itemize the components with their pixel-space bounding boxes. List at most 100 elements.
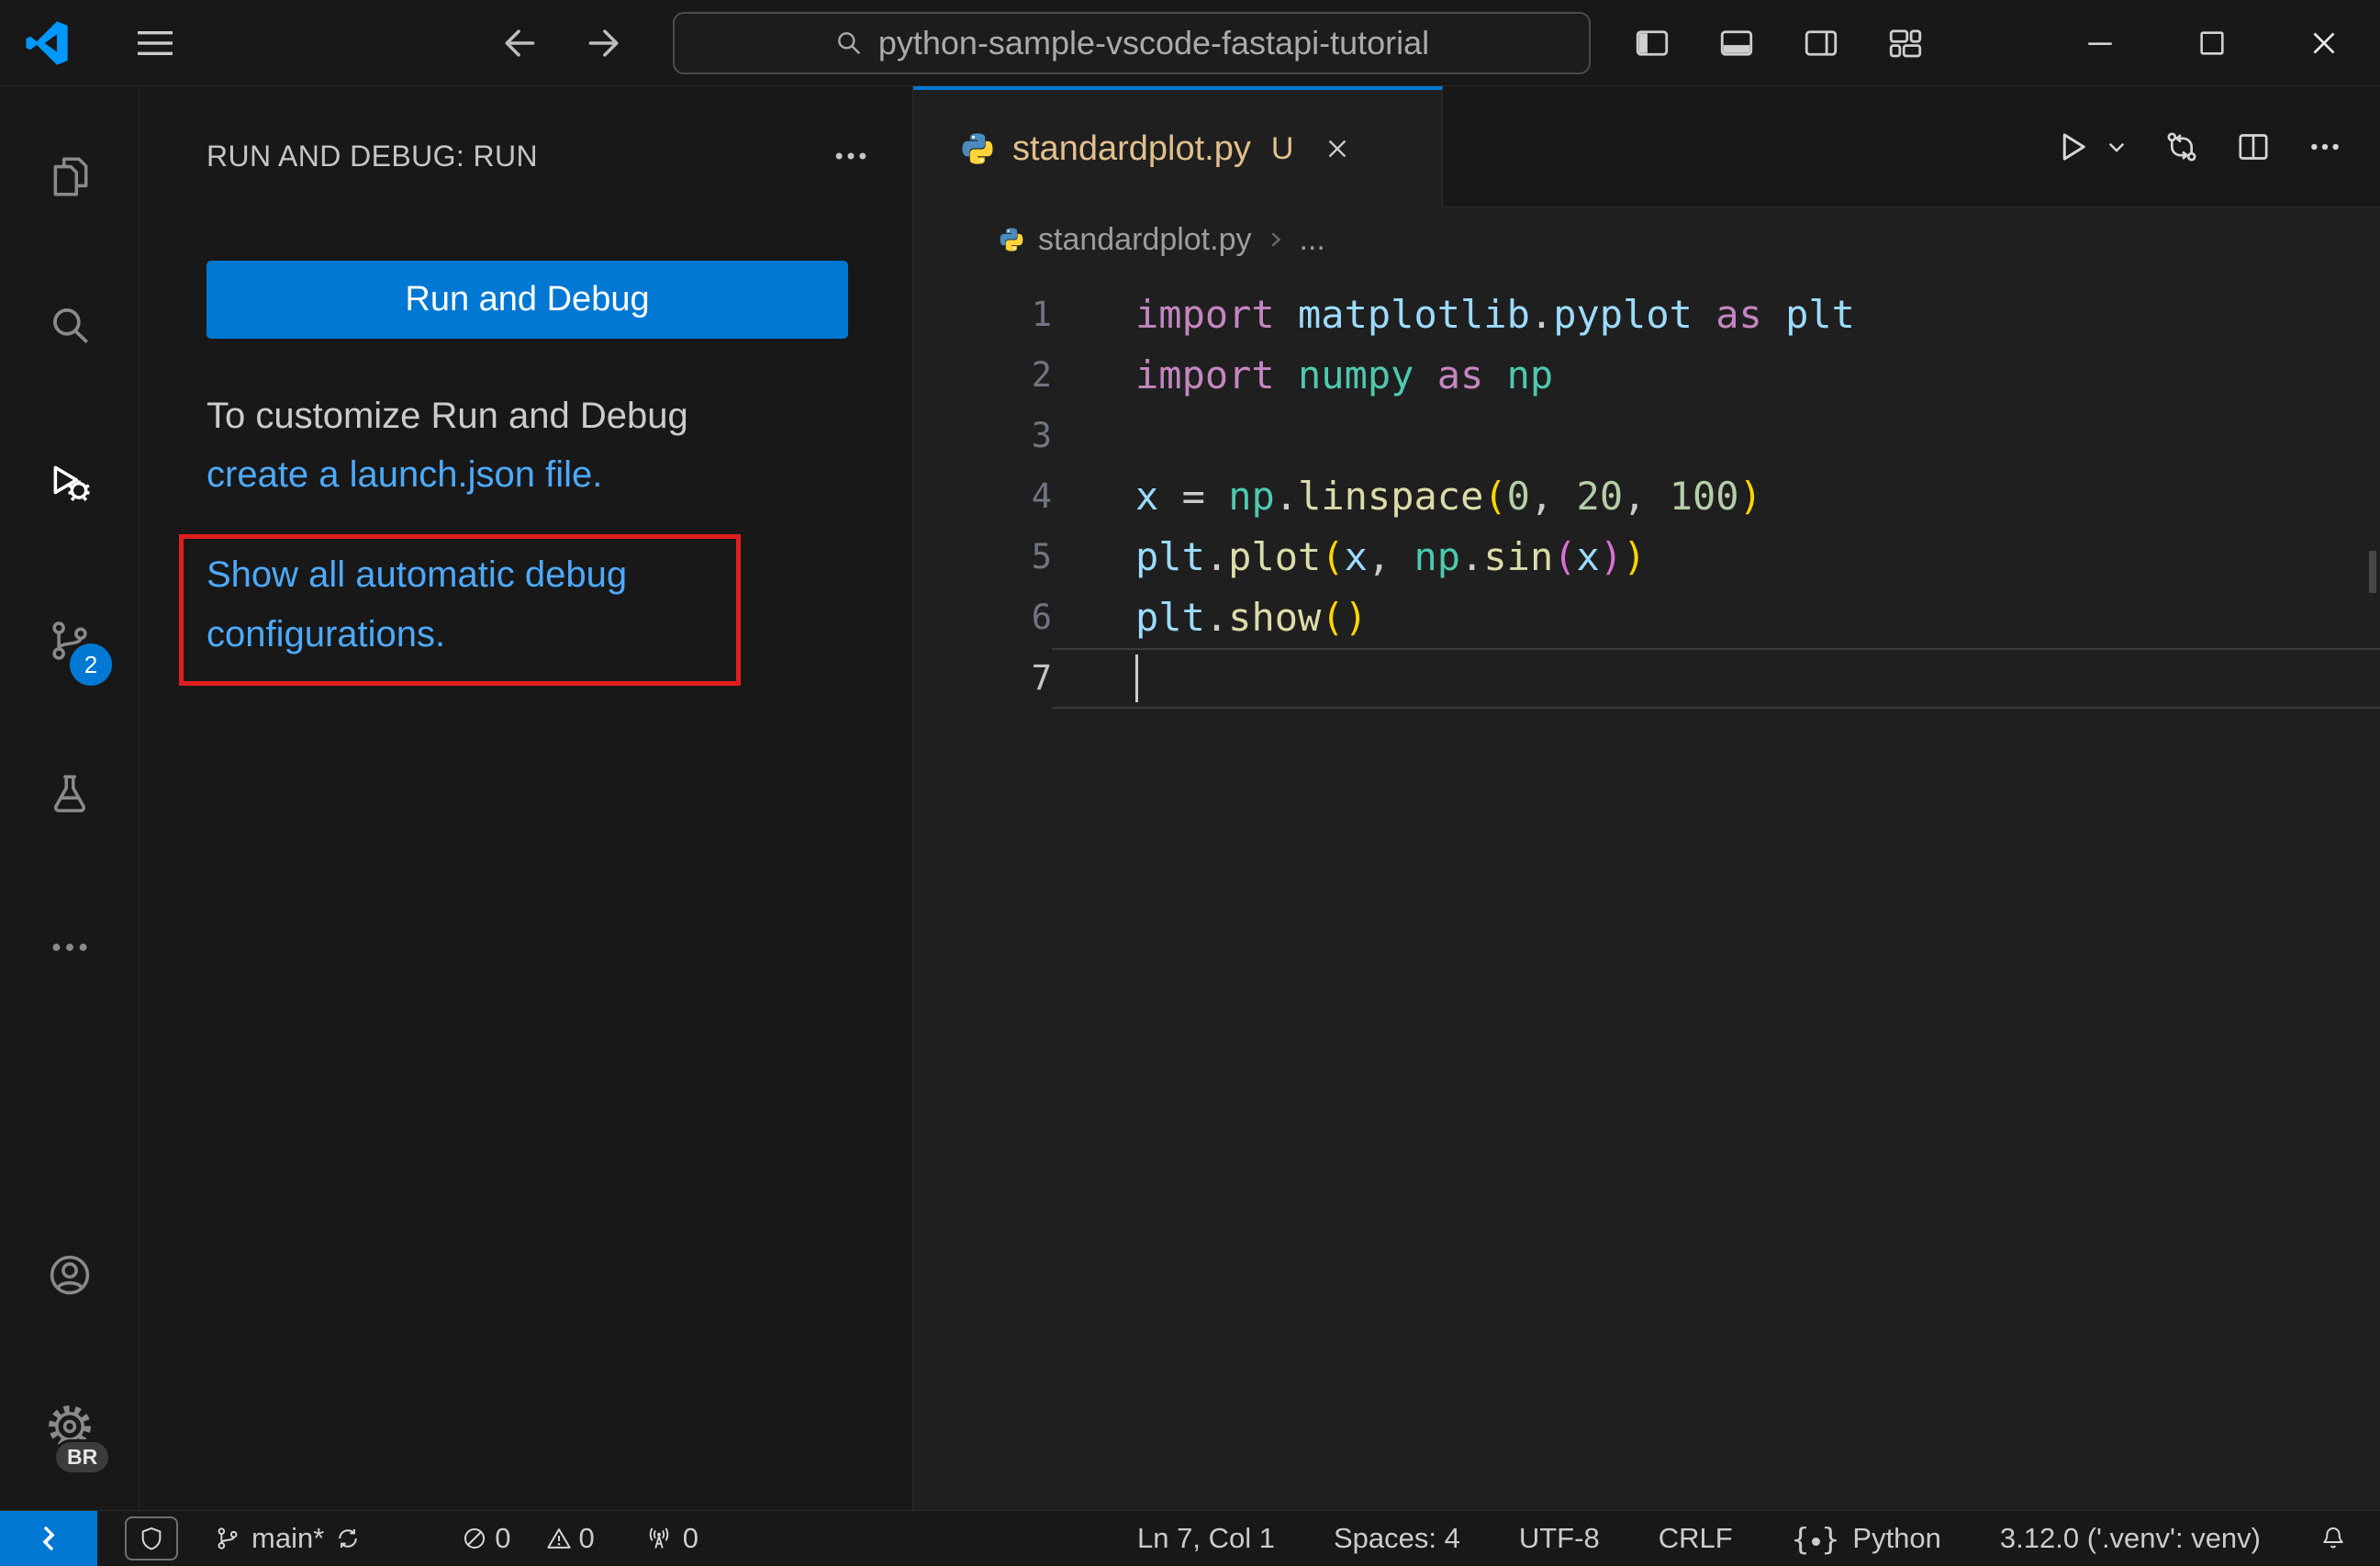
views-more-actions-icon[interactable] xyxy=(830,135,872,177)
code-text: plt.show() xyxy=(1135,595,1368,640)
show-auto-debug-configs-link[interactable]: Show all automatic debug configurations. xyxy=(207,545,656,665)
tab-git-status-badge: U xyxy=(1270,130,1294,166)
ports-count: 0 xyxy=(682,1522,699,1554)
close-icon[interactable] xyxy=(2268,0,2380,86)
cursor-position-status[interactable]: Ln 7, Col 1 xyxy=(1137,1522,1275,1555)
python-icon xyxy=(998,226,1025,253)
customize-hint: To customize Run and Debug create a laun… xyxy=(207,386,794,504)
editor-toolbar xyxy=(1443,86,2380,207)
code-line[interactable]: 1 import matplotlib.pyplot as plt xyxy=(913,285,2380,345)
encoding-status[interactable]: UTF-8 xyxy=(1519,1522,1600,1555)
overview-ruler-mark xyxy=(2369,551,2376,593)
customize-hint-text: To customize Run and Debug xyxy=(207,396,688,436)
layout-controls xyxy=(1630,20,1927,66)
code-line[interactable]: 2 import numpy as np xyxy=(913,345,2380,406)
git-branch-status[interactable]: main* xyxy=(215,1522,361,1555)
status-bar: main* 0 0 0 Ln 7, Col 1 Spaces: 4 UTF-8 … xyxy=(0,1510,2380,1566)
language-braces-icon: {} xyxy=(1791,1520,1840,1557)
menu-icon[interactable] xyxy=(130,20,182,66)
remote-indicator[interactable] xyxy=(0,1511,97,1566)
forward-arrow-icon[interactable] xyxy=(578,20,630,66)
split-editor-icon[interactable] xyxy=(2235,129,2272,165)
search-icon xyxy=(834,28,864,58)
back-arrow-icon[interactable] xyxy=(494,20,545,66)
toggle-sidebar-icon[interactable] xyxy=(1630,20,1674,66)
problems-status[interactable]: 0 0 xyxy=(462,1522,595,1555)
text-cursor xyxy=(1135,654,1138,702)
run-and-debug-button[interactable]: Run and Debug xyxy=(207,261,848,339)
code-text: x = np.linspace(0, 20, 100) xyxy=(1135,474,1762,519)
breadcrumb-file[interactable]: standardplot.py xyxy=(1038,222,1252,258)
branch-name: main* xyxy=(251,1522,325,1554)
account-icon[interactable] xyxy=(47,1252,93,1298)
language-mode-status[interactable]: {} Python xyxy=(1792,1521,1941,1557)
sidebar-header: RUN AND DEBUG: RUN xyxy=(207,124,872,188)
maximize-icon[interactable] xyxy=(2156,0,2268,86)
profile-badge[interactable]: BR xyxy=(53,1439,112,1475)
scm-badge: 2 xyxy=(70,643,112,686)
eol-status[interactable]: CRLF xyxy=(1659,1522,1733,1555)
workspace-trust-shield-icon[interactable] xyxy=(125,1516,178,1560)
chevron-right-icon xyxy=(1265,229,1287,251)
editor-group: standardplot.py U standardplot.py ... 1 … xyxy=(912,86,2380,1510)
testing-icon[interactable] xyxy=(47,771,93,817)
code-area[interactable]: 1 import matplotlib.pyplot as plt 2 import … xyxy=(913,272,2380,709)
line-number: 5 xyxy=(1031,537,1052,576)
tab-strip: standardplot.py U xyxy=(913,86,2380,207)
create-launch-json-link[interactable]: create a launch.json file. xyxy=(207,445,794,504)
title-bar: python-sample-vscode-fastapi-tutorial xyxy=(0,0,2380,86)
code-line[interactable]: 6 plt.show() xyxy=(913,587,2380,648)
warning-icon xyxy=(546,1526,572,1551)
code-line[interactable]: 7 xyxy=(913,648,2380,709)
run-debug-icon[interactable] xyxy=(47,460,93,506)
language-name: Python xyxy=(1852,1522,1941,1554)
indentation-status[interactable]: Spaces: 4 xyxy=(1334,1522,1460,1555)
sync-icon xyxy=(335,1526,361,1551)
minimize-icon[interactable] xyxy=(2044,0,2156,86)
line-number: 2 xyxy=(1031,355,1052,395)
python-interpreter-status[interactable]: 3.12.0 ('.venv': venv) xyxy=(2000,1522,2261,1555)
code-lines: 1 import matplotlib.pyplot as plt 2 import … xyxy=(913,285,2380,709)
breadcrumb: standardplot.py ... xyxy=(913,207,2380,272)
toggle-secondary-sidebar-icon[interactable] xyxy=(1799,20,1843,66)
notifications-bell-icon[interactable] xyxy=(2319,1525,2347,1552)
code-text: import numpy as np xyxy=(1135,352,1554,397)
search-view-icon[interactable] xyxy=(47,303,93,349)
activity-bar: 2 BR xyxy=(0,86,140,1510)
window-controls xyxy=(2044,0,2380,86)
python-icon xyxy=(959,130,996,167)
tab-standardplot-py[interactable]: standardplot.py U xyxy=(913,86,1443,207)
code-line[interactable]: 5 plt.plot(x, np.sin(x)) xyxy=(913,527,2380,587)
code-line[interactable]: 3 xyxy=(913,406,2380,466)
error-icon xyxy=(462,1526,487,1551)
run-python-file-icon[interactable] xyxy=(2053,128,2092,166)
code-text: plt.plot(x, np.sin(x)) xyxy=(1135,534,1647,579)
command-center-text: python-sample-vscode-fastapi-tutorial xyxy=(877,24,1430,62)
customize-layout-icon[interactable] xyxy=(1883,20,1927,66)
ports-status[interactable]: 0 xyxy=(646,1522,698,1555)
tab-close-icon[interactable] xyxy=(1317,129,1358,169)
warning-count: 0 xyxy=(578,1522,595,1554)
line-number: 6 xyxy=(1031,598,1052,637)
line-number: 7 xyxy=(1031,658,1052,698)
radio-tower-icon xyxy=(646,1526,672,1551)
run-dropdown-chevron-icon[interactable] xyxy=(2105,135,2129,159)
editor-more-actions-icon[interactable] xyxy=(2307,129,2343,165)
sidebar: RUN AND DEBUG: RUN Run and Debug To cust… xyxy=(140,86,912,1510)
branch-icon xyxy=(215,1526,240,1551)
open-changes-icon[interactable] xyxy=(2163,129,2200,165)
code-line[interactable]: 4 x = np.linspace(0, 20, 100) xyxy=(913,466,2380,527)
more-views-icon[interactable] xyxy=(47,924,93,970)
tab-label: standardplot.py xyxy=(1012,129,1251,168)
command-center-search[interactable]: python-sample-vscode-fastapi-tutorial xyxy=(673,12,1591,74)
error-count: 0 xyxy=(495,1522,511,1554)
explorer-icon[interactable] xyxy=(47,154,93,200)
line-number: 4 xyxy=(1031,476,1052,516)
sidebar-title: RUN AND DEBUG: RUN xyxy=(207,139,539,173)
code-text xyxy=(1052,648,2380,709)
line-number: 3 xyxy=(1031,416,1052,455)
toggle-panel-icon[interactable] xyxy=(1715,20,1759,66)
vscode-logo-icon xyxy=(26,21,70,65)
breadcrumb-symbol[interactable]: ... xyxy=(1300,222,1325,258)
